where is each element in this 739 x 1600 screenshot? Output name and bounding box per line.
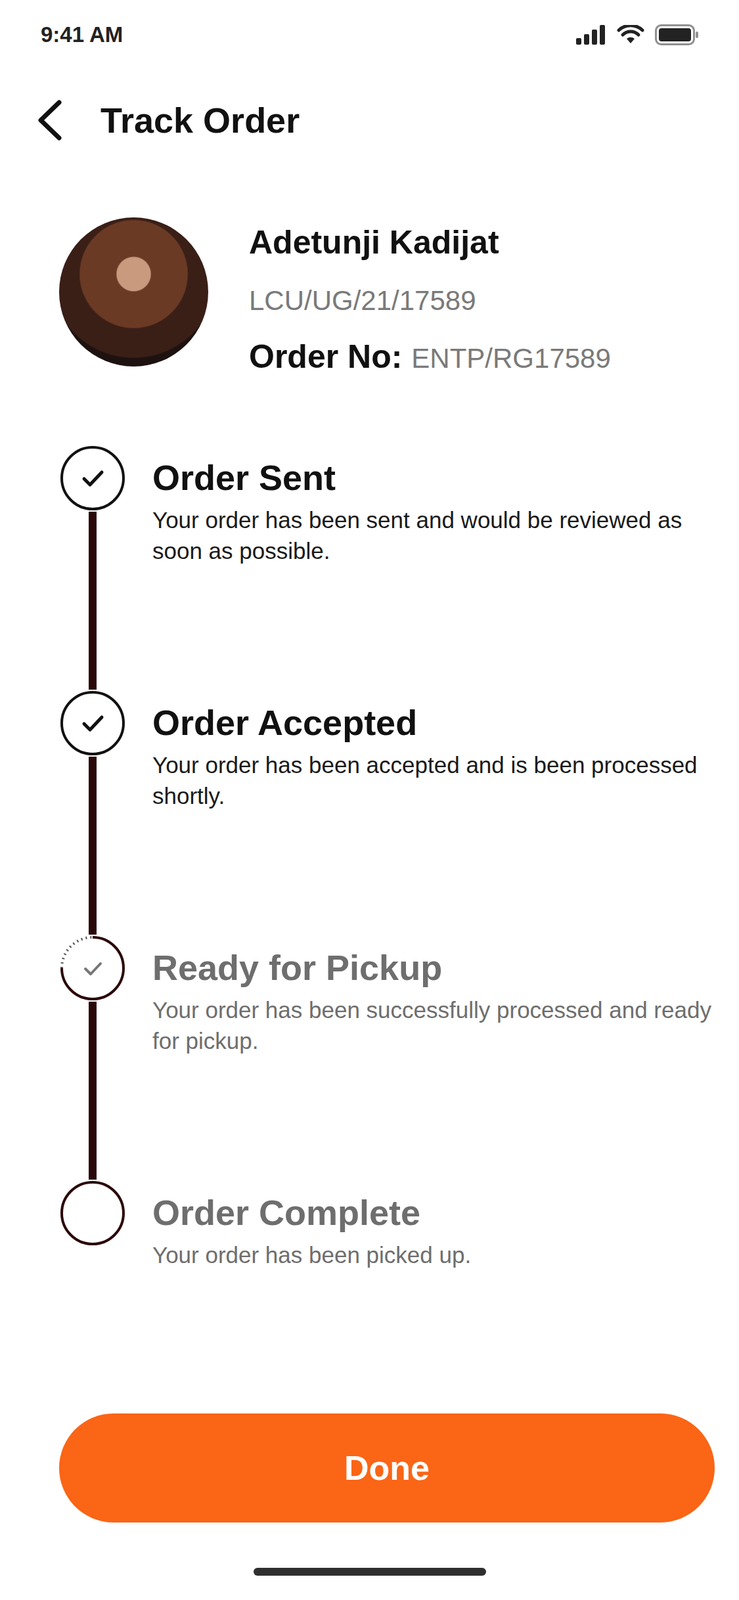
- home-indicator-area: [0, 1522, 739, 1600]
- timeline-connector: [88, 1001, 97, 1180]
- order-number: ENTP/RG17589: [411, 342, 611, 374]
- home-indicator[interactable]: [253, 1567, 487, 1576]
- page-title: Track Order: [100, 99, 300, 142]
- step-rail: [59, 1179, 127, 1284]
- avatar-photo: [59, 217, 209, 367]
- customer-name: Adetunji Kadijat: [248, 223, 500, 261]
- timeline-connector: [88, 756, 97, 935]
- progress-arc-icon: [61, 937, 101, 975]
- step-title: Order Sent: [152, 455, 713, 501]
- step-rail: [59, 444, 127, 690]
- order-label: Order No:: [248, 338, 403, 376]
- id-line: LCU/UG/21/17589: [248, 275, 611, 332]
- step-content: Order SentYour order has been sent and w…: [126, 444, 713, 690]
- status-time: 9:41 AM: [40, 21, 123, 48]
- profile: Adetunji Kadijat LCU/UG/21/17589 Order No:…: [0, 217, 739, 390]
- timeline-step: Ready for PickupYour order has been succ…: [59, 934, 713, 1180]
- signal-icon: [576, 24, 607, 45]
- order-timeline: Order SentYour order has been sent and w…: [0, 444, 739, 1284]
- step-status-icon: [59, 934, 127, 1002]
- step-title: Order Accepted: [152, 700, 713, 746]
- status-bar: 9:41 AM: [0, 0, 739, 70]
- name-line: Adetunji Kadijat: [248, 217, 611, 276]
- spacer: [0, 1283, 739, 1414]
- wifi-icon: [616, 24, 645, 45]
- profile-details: Adetunji Kadijat LCU/UG/21/17589 Order No:…: [248, 217, 611, 390]
- step-content: Ready for PickupYour order has been succ…: [126, 934, 713, 1180]
- timeline-step: Order AcceptedYour order has been accept…: [59, 689, 713, 935]
- step-rail: [59, 934, 127, 1180]
- back-icon[interactable]: [35, 98, 65, 142]
- step-description: Your order has been picked up.: [152, 1239, 471, 1271]
- battery-icon: [654, 24, 700, 46]
- status-icons: [576, 24, 700, 46]
- order-line: Order No:ENTP/RG17589: [248, 331, 611, 390]
- step-description: Your order has been accepted and is been…: [152, 749, 713, 812]
- step-content: Order AcceptedYour order has been accept…: [126, 689, 713, 935]
- step-title: Order Complete: [152, 1190, 471, 1236]
- header: Track Order: [0, 69, 739, 171]
- step-rail: [59, 689, 127, 935]
- customer-id: LCU/UG/21/17589: [248, 285, 477, 316]
- timeline-step: Order SentYour order has been sent and w…: [59, 444, 713, 690]
- done-button[interactable]: Done: [59, 1413, 715, 1523]
- step-description: Your order has been successfully process…: [152, 994, 713, 1057]
- timeline-step: Order CompleteYour order has been picked…: [59, 1179, 713, 1284]
- step-status-icon: [59, 444, 127, 512]
- step-content: Order CompleteYour order has been picked…: [126, 1179, 471, 1284]
- step-title: Ready for Pickup: [152, 945, 713, 991]
- step-status-icon: [59, 1179, 127, 1247]
- step-status-icon: [59, 689, 127, 757]
- step-description: Your order has been sent and would be re…: [152, 504, 713, 567]
- timeline-connector: [88, 511, 97, 690]
